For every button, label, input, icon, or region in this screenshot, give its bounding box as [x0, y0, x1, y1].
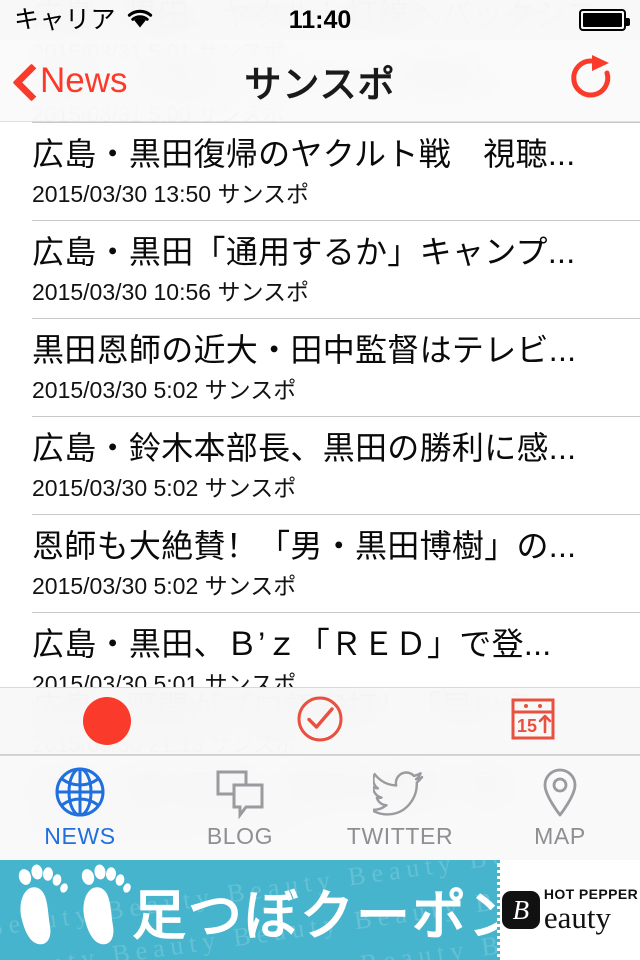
app-screen: 広島・黒田、ヤクルト打線へバックシフト敷かれ 2015/03/31 5:01 サ…	[0, 0, 640, 960]
news-title: 黒田恩師の近大・田中監督はテレビ...	[32, 332, 577, 368]
news-title: 広島・鈴木本部長、黒田の勝利に感...	[32, 430, 577, 466]
news-date: 2015/03/30 5:02 サンスポ	[32, 377, 297, 403]
news-date: 2015/03/30 5:02 サンスポ	[32, 573, 297, 599]
list-item[interactable]: 広島・鈴木本部長、黒田の勝利に感... 2015/03/30 5:02 サンスポ	[0, 416, 640, 514]
map-pin-icon	[533, 763, 587, 821]
tab-blog-label: BLOG	[206, 823, 274, 849]
tab-map[interactable]: MAP	[480, 763, 640, 849]
hot-pepper-beauty-logo: B HOT PEPPER eauty	[497, 860, 640, 960]
filled-circle-icon	[82, 697, 131, 745]
tab-news-label: NEWS	[44, 823, 116, 849]
mark-read-button[interactable]	[213, 688, 426, 754]
back-button-label: News	[40, 61, 128, 100]
footprints-icon	[0, 860, 132, 960]
calendar-button[interactable]: 15	[427, 688, 640, 754]
chevron-left-icon	[14, 62, 36, 100]
twitter-bird-icon	[373, 763, 427, 821]
chat-bubbles-icon	[213, 763, 267, 821]
calendar-icon: 15	[510, 696, 556, 747]
back-button[interactable]: News	[0, 62, 128, 100]
check-circle-icon	[295, 694, 345, 749]
list-item[interactable]: 広島・黒田復帰のヤクルト戦 視聴... 2015/03/30 13:50 サンス…	[0, 122, 640, 220]
list-item[interactable]: 広島・黒田、Ｂ’ｚ「ＲＥＤ」で登... 2015/03/30 5:01 サンスポ	[0, 612, 640, 687]
ad-headline: 足つぼクーポン	[132, 885, 524, 946]
news-title: 恩師も大絶賛！「男・黒田博樹」の...	[32, 528, 577, 564]
record-dot-button[interactable]	[0, 688, 213, 754]
list-item[interactable]: 黒田恩師の近大・田中監督はテレビ... 2015/03/30 5:02 サンスポ	[0, 318, 640, 416]
logo-inner: B HOT PEPPER eauty	[501, 886, 639, 936]
logo-beauty-text: eauty	[543, 900, 612, 936]
tab-map-label: MAP	[534, 823, 586, 849]
ad-banner[interactable]: Beauty Beauty Beauty Beauty Beauty Beaut…	[0, 860, 640, 960]
navigation-bar: News サンスポ	[0, 40, 640, 122]
battery-full-icon	[579, 9, 630, 31]
refresh-icon	[566, 53, 616, 108]
news-date: 2015/03/30 5:01 サンスポ	[32, 671, 297, 687]
carrier-label: キャリア	[14, 5, 117, 34]
globe-icon	[53, 763, 107, 821]
tab-bar: NEWS BLOG TWITTER MAP	[0, 755, 640, 860]
refresh-button[interactable]	[564, 54, 618, 108]
logo-words: HOT PEPPER eauty	[543, 886, 639, 936]
logo-hot-pepper-text: HOT PEPPER	[543, 886, 639, 903]
tab-twitter-label: TWITTER	[346, 823, 454, 849]
news-title: 広島・黒田「通用するか」キャンプ...	[32, 234, 576, 270]
tab-news[interactable]: NEWS	[0, 763, 160, 849]
status-bar: キャリア 11:40	[0, 0, 640, 40]
news-date: 2015/03/30 10:56 サンスポ	[32, 279, 309, 305]
list-item[interactable]: 広島・黒田「通用するか」キャンプ... 2015/03/30 10:56 サンス…	[0, 220, 640, 318]
logo-b-mark: B	[501, 891, 540, 929]
tab-blog[interactable]: BLOG	[160, 763, 320, 849]
action-toolbar: 15	[0, 687, 640, 755]
list-item[interactable]: 恩師も大絶賛！「男・黒田博樹」の... 2015/03/30 5:02 サンスポ	[0, 514, 640, 612]
news-date: 2015/03/30 5:02 サンスポ	[32, 475, 297, 501]
status-bar-right	[579, 9, 630, 31]
svg-text:15: 15	[517, 716, 537, 736]
news-title: 広島・黒田、Ｂ’ｚ「ＲＥＤ」で登...	[32, 626, 552, 662]
news-date: 2015/03/30 13:50 サンスポ	[32, 181, 309, 207]
news-title: 広島・黒田復帰のヤクルト戦 視聴...	[32, 136, 576, 172]
status-bar-left: キャリア	[14, 6, 155, 35]
news-list[interactable]: 広島・黒田復帰のヤクルト戦 視聴... 2015/03/30 13:50 サンス…	[0, 122, 640, 687]
wifi-icon	[125, 6, 155, 35]
tab-twitter[interactable]: TWITTER	[320, 763, 480, 849]
